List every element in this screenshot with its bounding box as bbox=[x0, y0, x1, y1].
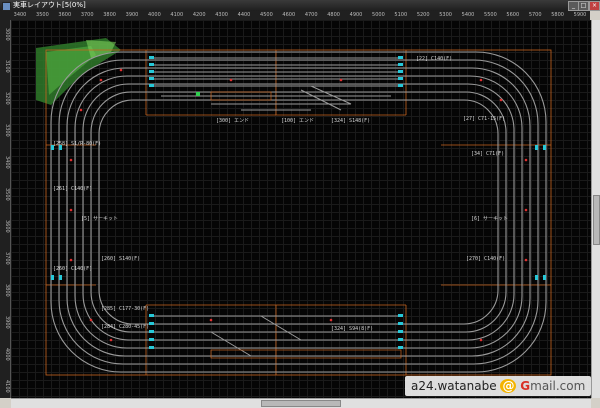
close-button[interactable]: × bbox=[589, 1, 600, 11]
ruler-tick-label: 4300 bbox=[215, 12, 228, 18]
ruler-tick-label: 4500 bbox=[260, 12, 273, 18]
ruler-tick-label: 3400 bbox=[4, 156, 10, 169]
horizontal-scroll-thumb[interactable] bbox=[261, 400, 341, 407]
ruler-tick-label: 5900 bbox=[573, 12, 587, 18]
terrain-area bbox=[36, 38, 121, 105]
ruler-corner bbox=[0, 11, 10, 20]
email-watermark: a24.watanabe @ Gmail.com bbox=[405, 376, 592, 396]
ruler-tick-label: 3700 bbox=[80, 12, 94, 18]
ruler-tick-label: 5600 bbox=[506, 12, 520, 18]
track-layout-drawing: [258] S1/R-80(F) [261] C140(F) [5] サーキット… bbox=[36, 38, 552, 376]
ruler-tick-label: 3200 bbox=[4, 92, 10, 105]
ruler-tick-label: 3000 bbox=[4, 28, 10, 41]
vertical-ruler: 3000 3100 3200 3300 3400 3500 3600 3700 3800 3900… bbox=[0, 20, 11, 398]
ruler-tick-label: 4100 bbox=[170, 12, 184, 18]
signal-marker bbox=[196, 92, 200, 96]
track-label: [324] S94(8)F) bbox=[331, 326, 373, 332]
track-label: [6] サーキット bbox=[471, 216, 508, 222]
at-icon: @ bbox=[500, 379, 517, 393]
track-label: [284] C280-45(F) bbox=[101, 324, 149, 330]
ruler-tick-label: 3800 bbox=[4, 284, 10, 297]
ruler-tick-label: 3900 bbox=[4, 316, 10, 329]
ruler-tick-label: 4000 bbox=[4, 348, 10, 361]
ruler-tick-label: 5800 bbox=[551, 12, 564, 18]
ruler-tick-label: 4400 bbox=[237, 12, 251, 18]
track-label: [100] エンド bbox=[281, 118, 314, 124]
watermark-tld: .com bbox=[555, 379, 586, 393]
ruler-tick-label: 5100 bbox=[394, 12, 408, 18]
vertical-scrollbar[interactable] bbox=[591, 20, 600, 398]
ruler-tick-label: 3100 bbox=[4, 60, 10, 73]
ruler-tick-label: 3700 bbox=[4, 252, 10, 265]
track-label-group: [258] S1/R-80(F) [261] C140(F) [5] サーキット… bbox=[53, 56, 508, 332]
track-label: [270] C140(F) bbox=[466, 256, 505, 262]
ruler-tick-label: 4100 bbox=[4, 380, 10, 393]
ruler-tick-label: 3300 bbox=[4, 124, 10, 137]
ruler-tick-label: 5300 bbox=[439, 12, 452, 18]
ruler-tick-label: 3500 bbox=[36, 12, 49, 18]
track-label: [258] S1/R-80(F) bbox=[53, 141, 101, 147]
ruler-tick-label: 4200 bbox=[192, 12, 206, 18]
ruler-tick-label: 5700 bbox=[528, 12, 542, 18]
ruler-tick-label: 4000 bbox=[148, 12, 161, 18]
ruler-tick-label: 5000 bbox=[372, 12, 385, 18]
ruler-tick-label: 3900 bbox=[125, 12, 139, 18]
window-title: 実車レイアウト[5(0%] bbox=[13, 1, 86, 9]
track-label: [34] C71(F) bbox=[471, 151, 504, 157]
ruler-tick-label: 3600 bbox=[4, 220, 10, 233]
watermark-brand-initial: G bbox=[520, 379, 531, 393]
track-label: [261] C140(F) bbox=[53, 186, 92, 192]
layout-canvas[interactable]: [258] S1/R-80(F) [261] C140(F) [5] サーキット… bbox=[11, 20, 591, 398]
ruler-tick-label: 5200 bbox=[416, 12, 430, 18]
track-label: [300] エンド bbox=[216, 118, 249, 124]
track-label: [260] S140(F) bbox=[101, 256, 140, 262]
watermark-user: a24.watanabe bbox=[411, 379, 497, 393]
ruler-tick-label: 4800 bbox=[327, 12, 340, 18]
ruler-tick-label: 3600 bbox=[58, 12, 72, 18]
window-title-bar: 実車レイアウト[5(0%] _ □ × bbox=[0, 0, 600, 11]
track-label: [22] C140(F) bbox=[416, 56, 452, 62]
platform-outlines bbox=[210, 91, 402, 359]
maximize-button[interactable]: □ bbox=[578, 1, 589, 11]
ruler-tick-label: 5500 bbox=[484, 12, 497, 18]
track-label: [27] C71-15(F) bbox=[463, 116, 505, 122]
track-label: [285] C177-30(F) bbox=[101, 306, 149, 312]
track-label: [324] S148(F) bbox=[331, 118, 370, 124]
watermark-brand: mail bbox=[530, 379, 556, 393]
ruler-tick-label: 4600 bbox=[282, 12, 296, 18]
ruler-tick-label: 4900 bbox=[349, 12, 363, 18]
ruler-tick-label: 3500 bbox=[4, 188, 10, 201]
ruler-tick-label: 5400 bbox=[461, 12, 475, 18]
ruler-tick-label: 3400 bbox=[13, 12, 27, 18]
vertical-scroll-thumb[interactable] bbox=[593, 195, 600, 245]
ruler-tick-label: 4700 bbox=[304, 12, 318, 18]
track-label: [260] C140(F) bbox=[53, 266, 92, 272]
app-icon bbox=[2, 2, 11, 11]
track-label: [5] サーキット bbox=[81, 216, 118, 222]
ruler-tick-label: 3800 bbox=[103, 12, 116, 18]
